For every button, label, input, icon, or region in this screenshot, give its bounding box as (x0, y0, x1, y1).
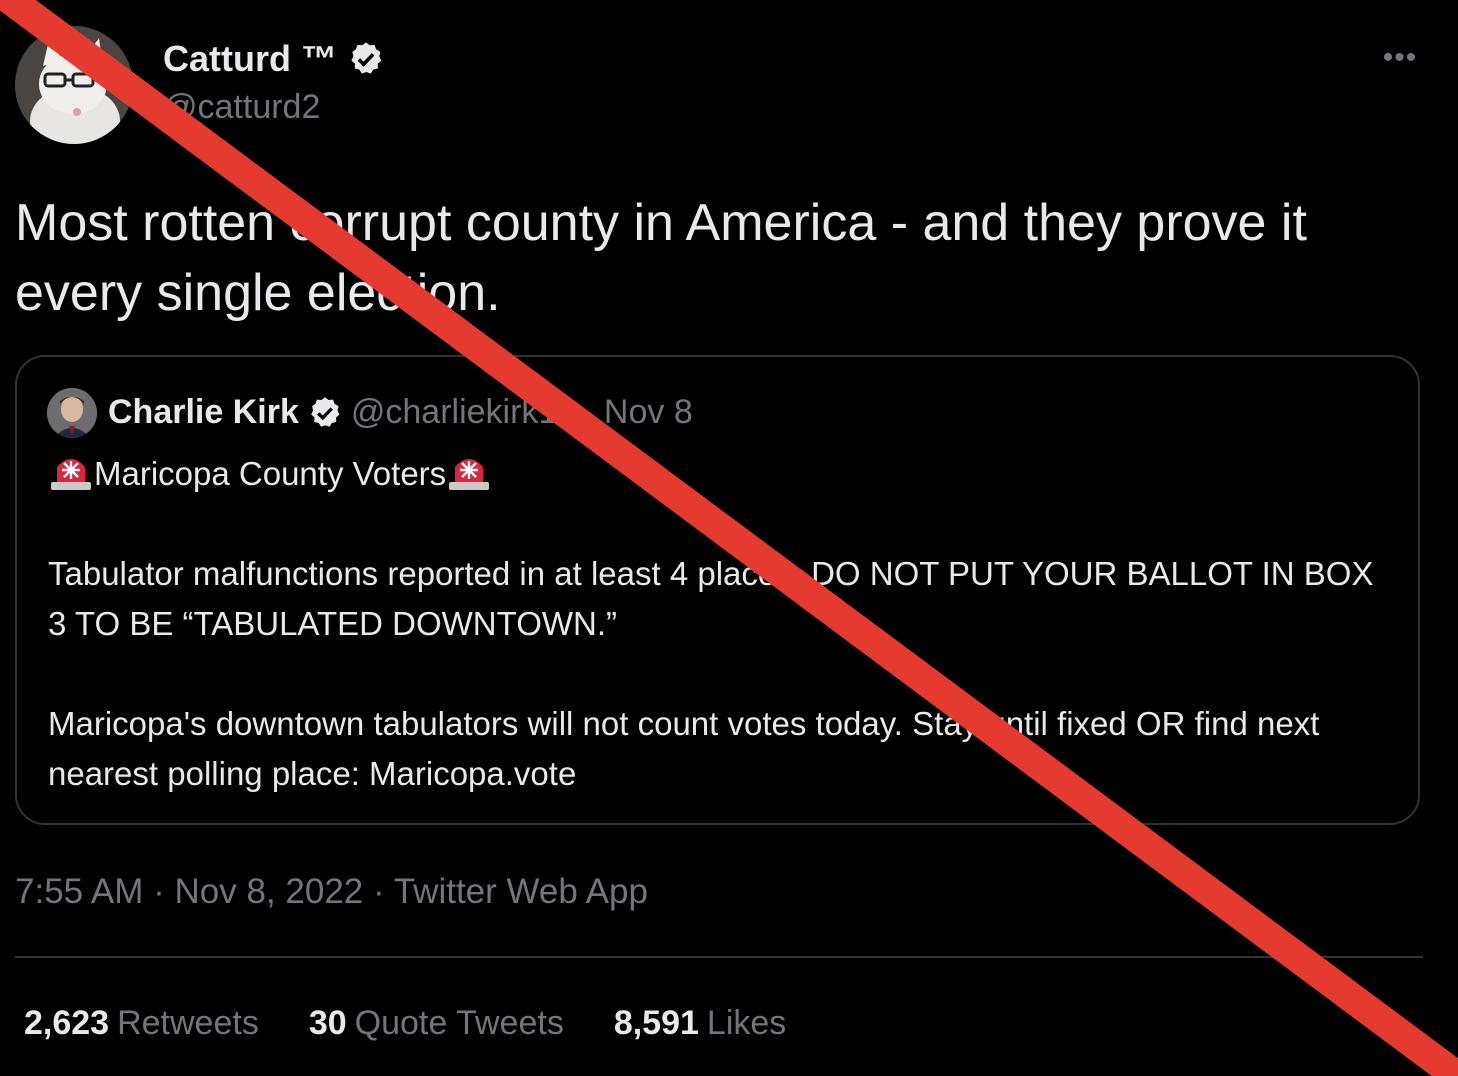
more-horizontal-icon[interactable]: ••• (1378, 40, 1422, 76)
tweet-text: Most rotten corrupt county in America - … (15, 194, 1307, 322)
tweet-timestamp[interactable]: 7:55 AM · Nov 8, 2022 · Twitter Web App (15, 872, 648, 912)
retweets-count: 2,623 (24, 1004, 110, 1042)
quoted-tweet-text: Maricopa County Voters Tabulator malfunct… (48, 449, 1398, 799)
quote-tweets-count: 30 (308, 1004, 347, 1042)
divider (15, 956, 1423, 958)
quoted-tweet-header: Charlie Kirk @charliekirk11 · Nov 8 (108, 393, 693, 432)
quoted-heading-line: Maricopa County Voters (48, 449, 1398, 499)
author-handle[interactable]: @catturd2 (163, 88, 320, 127)
likes-stat[interactable]: 8,591 Likes (614, 1004, 786, 1043)
quoted-heading-text: Maricopa County Voters (94, 455, 447, 492)
retweets-label: Retweets (117, 1004, 259, 1042)
police-siren-icon (449, 459, 490, 490)
engagement-stats: 2,623 Retweets 30 Quote Tweets 8,591 Likes (24, 1004, 836, 1043)
author-avatar[interactable] (15, 26, 133, 144)
likes-label: Likes (706, 1004, 787, 1042)
verified-badge-icon (351, 42, 382, 74)
retweets-stat[interactable]: 2,623 Retweets (24, 1004, 259, 1043)
quoted-paragraph-2: Maricopa's downtown tabulators will not … (48, 705, 1329, 792)
quoted-handle-date: @charliekirk11 · Nov 8 (350, 393, 693, 431)
likes-count: 8,591 (613, 1004, 699, 1042)
quoted-paragraph-1: Tabulator malfunctions reported in at le… (48, 555, 1383, 642)
police-siren-icon (51, 459, 91, 490)
verified-badge-icon (311, 396, 340, 427)
quoted-author-avatar (47, 388, 97, 438)
quoted-author-name[interactable]: Charlie Kirk (108, 393, 299, 432)
author-name-text: Catturd ™ (163, 38, 337, 79)
quoted-tweet-card[interactable]: Charlie Kirk @charliekirk11 · Nov 8 Mari… (15, 355, 1420, 825)
quote-tweets-stat[interactable]: 30 Quote Tweets (309, 1004, 564, 1043)
quote-tweets-label: Quote Tweets (354, 1004, 564, 1042)
author-display-name[interactable]: Catturd ™ (163, 38, 385, 80)
